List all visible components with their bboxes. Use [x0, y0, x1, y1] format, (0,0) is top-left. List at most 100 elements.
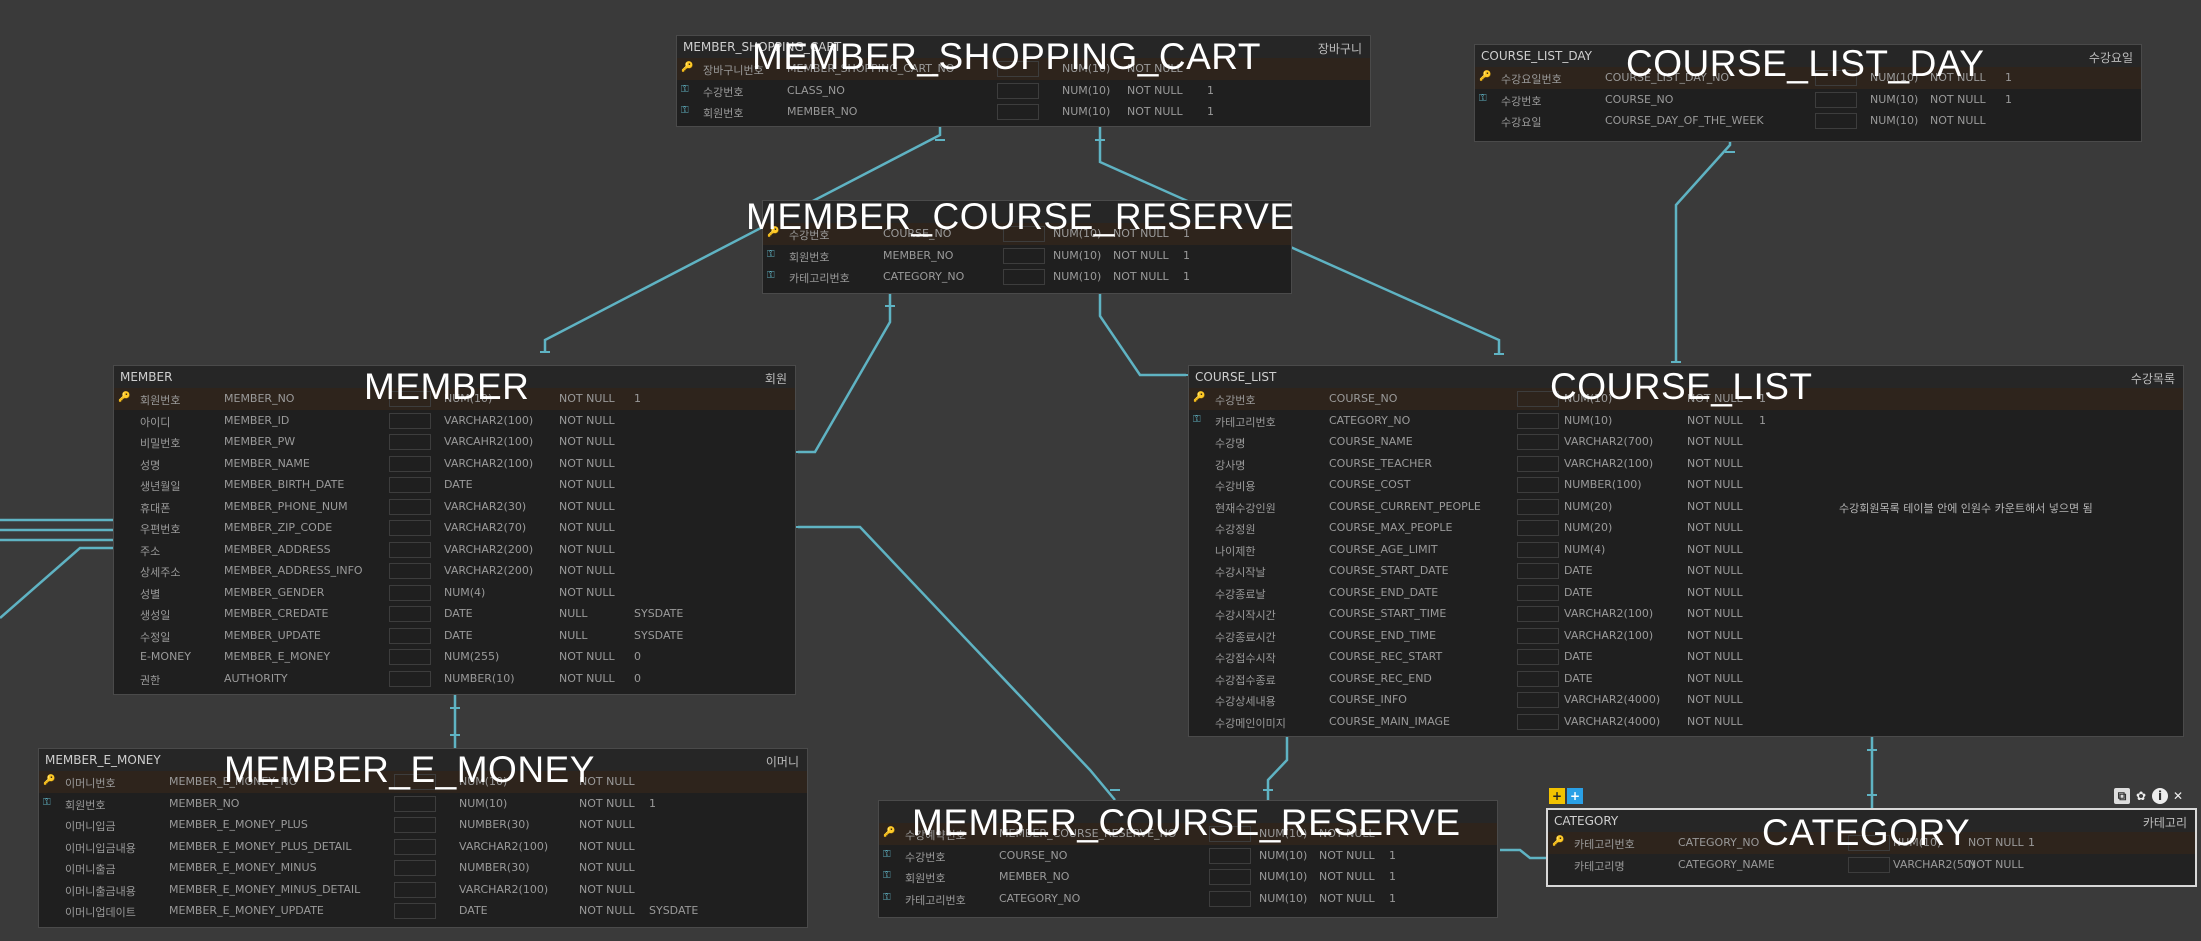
table-row[interactable]: 수강메인이미지 COURSE_MAIN_IMAGE VARCHAR2(4000) NO… [1189, 711, 2183, 733]
table-row[interactable]: 이머니업데이트 MEMBER_E_MONEY_UPDATE DATE NOT NULL… [39, 900, 807, 922]
table-row[interactable]: ⚿ 카테고리번호 CATEGORY_NO NUM(10) NOT NULL 1 [1189, 410, 2183, 432]
column-type: NUM(4) [444, 585, 486, 599]
table-row[interactable]: ⚿ 수강번호 COURSE_NO NUM(10) NOT NULL 1 [879, 845, 1497, 867]
link-courselistday-to-courselist[interactable] [1674, 142, 1732, 362]
column-physical-name: MEMBER_UPDATE [224, 628, 321, 642]
table-row[interactable]: 성명 MEMBER_NAME VARCHAR2(100) NOT NULL [114, 453, 795, 475]
copy-icon[interactable]: ⧉ [2114, 788, 2130, 804]
table-row[interactable]: 수강상세내용 COURSE_INFO VARCHAR2(4000) NOT NULL [1189, 689, 2183, 711]
column-physical-name: COURSE_AGE_LIMIT [1329, 542, 1438, 556]
table-row[interactable]: 이머니입금 MEMBER_E_MONEY_PLUS NUMBER(30) NOT NU… [39, 814, 807, 836]
table-row[interactable]: 수강요일 COURSE_DAY_OF_THE_WEEK NUM(10) NOT NUL… [1475, 110, 2141, 132]
column-nullable: NOT NULL [579, 796, 635, 810]
column-physical-name: COURSE_NAME [1329, 435, 1413, 448]
table-row[interactable]: ⚿ 회원번호 MEMBER_NO NUM(10) NOT NULL 1 [879, 866, 1497, 888]
table-row[interactable]: 수강시작날 COURSE_START_DATE DATE NOT NULL [1189, 560, 2183, 582]
table-row[interactable]: 수정일 MEMBER_UPDATE DATE NULL SYSDATE [114, 625, 795, 647]
erd-canvas[interactable]: MEMBER_SHOPPING_CART 장바구니 🔑 장바구니번호 MEMBER_S… [0, 0, 2201, 941]
table-course-list[interactable]: COURSE_LIST 수강목록 🔑 수강번호 COURSE_NO NUM(10) NOT… [1188, 365, 2184, 737]
table-row[interactable]: 아이디 MEMBER_ID VARCHAR2(100) NOT NULL [114, 410, 795, 432]
column-physical-name: MEMBER_E_MONEY_MINUS [169, 861, 317, 874]
link-member-to-reserve-bottom[interactable] [798, 525, 1116, 801]
table-row[interactable]: 이머니입금내용 MEMBER_E_MONEY_PLUS_DETAIL VARCHAR… [39, 836, 807, 858]
table-row[interactable]: 수강접수시작 COURSE_REC_START DATE NOT NULL [1189, 646, 2183, 668]
domain-cell [389, 498, 431, 515]
table-comment: 수강요일 [2088, 51, 2133, 65]
column-type: VARCHAR2(30) [444, 499, 527, 513]
domain-cell [394, 860, 436, 876]
table-row[interactable]: ⚿ 카테고리번호 CATEGORY_NO NUM(10) NOT NULL 1 [879, 888, 1497, 910]
palette-icon[interactable]: ✿ [2133, 788, 2149, 804]
column-physical-name: CATEGORY_NAME [1678, 857, 1775, 871]
table-row[interactable]: 이머니출금내용 MEMBER_E_MONEY_MINUS_DETAIL VARCHA… [39, 879, 807, 901]
column-logical-name: 권한 [140, 673, 161, 687]
column-logical-name: 수강번호 [1215, 394, 1256, 407]
table-row[interactable]: 우편번호 MEMBER_ZIP_CODE VARCHAR2(70) NOT NULL [114, 517, 795, 539]
table-row[interactable]: 수강시작시간 COURSE_START_TIME VARCHAR2(100) NOT … [1189, 603, 2183, 625]
info-icon[interactable]: i [2152, 788, 2168, 804]
column-type: DATE [459, 904, 488, 917]
domain-cell [394, 838, 436, 855]
table-row[interactable]: ⚿ 수강번호 COURSE_NO NUM(10) NOT NULL 1 [1475, 89, 2141, 111]
table-row[interactable]: 강사명 COURSE_TEACHER VARCHAR2(100) NOT NULL [1189, 453, 2183, 475]
column-logical-name: 이머니출금내용 [65, 884, 136, 898]
link-category-to-reserve-bottom[interactable] [1500, 848, 1546, 860]
table-row[interactable]: 수강비용 COURSE_COST NUMBER(100) NOT NULL [1189, 474, 2183, 496]
link-member-to-reserve-top[interactable] [798, 294, 892, 454]
primary-key-icon: 🔑 [681, 62, 694, 73]
table-row[interactable]: ⚿ 회원번호 MEMBER_NO NUM(10) NOT NULL 1 [763, 245, 1291, 267]
link-reserve-top-to-courselist[interactable] [1098, 294, 1186, 377]
table-row[interactable]: 현재수강인원 COURSE_CURRENT_PEOPLE NUM(20) NOT NU… [1189, 496, 2183, 518]
domain-cell [389, 563, 431, 579]
table-row[interactable]: 주소 MEMBER_ADDRESS VARCHAR2(200) NOT NULL [114, 539, 795, 561]
column-physical-name: MEMBER_NO [169, 796, 240, 810]
column-physical-name: MEMBER_E_MONEY_PLUS [169, 818, 308, 831]
column-logical-name: 나이제한 [1215, 544, 1256, 558]
table-row[interactable]: 수강정원 COURSE_MAX_PEOPLE NUM(20) NOT NULL [1189, 517, 2183, 539]
table-row[interactable]: 나이제한 COURSE_AGE_LIMIT NUM(4) NOT NULL [1189, 539, 2183, 561]
table-row[interactable]: E-MONEY MEMBER_E_MONEY NUM(255) NOT NULL 0 [114, 646, 795, 668]
table-row[interactable]: 카테고리명 CATEGORY_NAME VARCHAR2(50) NOT NULL [1548, 854, 2195, 876]
table-row[interactable]: 수강종료시간 COURSE_END_TIME VARCHAR2(100) NOT NU… [1189, 625, 2183, 647]
table-row[interactable]: 성별 MEMBER_GENDER NUM(4) NOT NULL [114, 582, 795, 604]
add-relation-button[interactable]: + [1567, 788, 1583, 804]
column-physical-name: AUTHORITY [224, 671, 288, 685]
column-nullable: NOT NULL [1687, 542, 1743, 556]
column-nullable: NOT NULL [1127, 83, 1183, 97]
table-row[interactable]: 수강명 COURSE_NAME VARCHAR2(700) NOT NULL [1189, 431, 2183, 453]
link-offscreen-4[interactable] [0, 546, 113, 619]
add-column-button[interactable]: + [1549, 788, 1565, 804]
table-row[interactable]: 수강접수종료 COURSE_REC_END DATE NOT NULL [1189, 668, 2183, 690]
table-row[interactable]: 생성일 MEMBER_CREDATE DATE NULL SYSDATE [114, 603, 795, 625]
column-type: NUM(10) [1259, 870, 1308, 883]
domain-cell [394, 795, 436, 812]
table-row[interactable]: 수강종료날 COURSE_END_DATE DATE NOT NULL [1189, 582, 2183, 604]
caption-category: CATEGORY [1762, 812, 1971, 853]
domain-cell [997, 104, 1039, 120]
column-default: 1 [2005, 92, 2012, 106]
column-type: DATE [1564, 585, 1593, 599]
table-row[interactable]: ⚿ 회원번호 MEMBER_NO NUM(10) NOT NULL 1 [39, 793, 807, 815]
column-nullable: NOT NULL [1319, 848, 1375, 862]
table-row[interactable]: 비밀번호 MEMBER_PW VARCAHR2(100) NOT NULL [114, 431, 795, 453]
domain-cell [1209, 890, 1251, 907]
column-nullable: NOT NULL [559, 542, 615, 556]
column-default: 1 [1207, 105, 1214, 118]
table-row[interactable]: 상세주소 MEMBER_ADDRESS_INFO VARCHAR2(200) NOT … [114, 560, 795, 582]
delete-icon[interactable]: ✕ [2170, 788, 2186, 804]
table-row[interactable]: ⚿ 수강번호 CLASS_NO NUM(10) NOT NULL 1 [677, 80, 1370, 102]
foreign-key-icon: ⚿ [681, 105, 689, 116]
table-row[interactable]: ⚿ 회원번호 MEMBER_NO NUM(10) NOT NULL 1 [677, 101, 1370, 123]
caption-member: MEMBER [364, 366, 530, 407]
domain-cell [1209, 869, 1251, 885]
column-physical-name: MEMBER_NO [999, 870, 1070, 883]
table-row[interactable]: 권한 AUTHORITY NUMBER(10) NOT NULL 0 [114, 668, 795, 690]
table-row[interactable]: ⚿ 카테고리번호 CATEGORY_NO NUM(10) NOT NULL 1 [763, 266, 1291, 288]
table-row[interactable]: 생년월일 MEMBER_BIRTH_DATE DATE NOT NULL [114, 474, 795, 496]
table-member[interactable]: MEMBER 회원 🔑 회원번호 MEMBER_NO NUM(10) NOT NULL 1 아… [113, 365, 796, 695]
column-physical-name: CATEGORY_NO [999, 891, 1081, 905]
table-row[interactable]: 휴대폰 MEMBER_PHONE_NUM VARCHAR2(30) NOT NULL [114, 496, 795, 518]
column-nullable: NOT NULL [1687, 413, 1743, 427]
table-row[interactable]: 이머니출금 MEMBER_E_MONEY_MINUS NUMBER(30) NOT N… [39, 857, 807, 879]
column-nullable: NULL [559, 607, 588, 620]
